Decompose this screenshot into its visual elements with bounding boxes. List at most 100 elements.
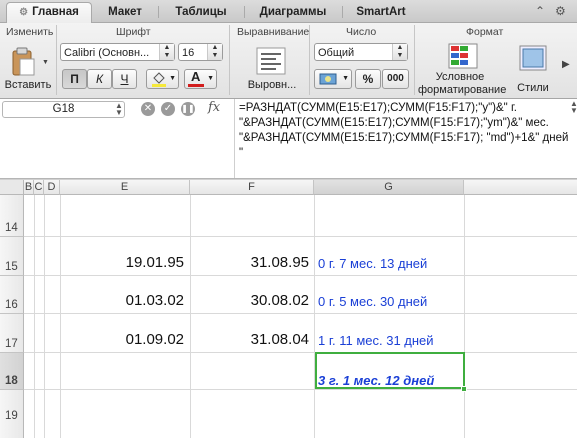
paste-label: Вставить: [4, 79, 52, 91]
font-color-swatch: [188, 84, 204, 87]
row-header-18[interactable]: 18: [0, 353, 24, 390]
clipboard-icon: [12, 47, 35, 76]
font-name-select[interactable]: Calibri (Основн... ▲ ▼: [60, 43, 175, 61]
paste-dropdown-icon[interactable]: ▼: [42, 59, 49, 66]
bold-button[interactable]: П: [62, 69, 87, 89]
cell-f15[interactable]: 31.08.95: [190, 254, 309, 271]
group-title-number: Число: [346, 26, 377, 38]
grid-line: [24, 352, 577, 353]
formula-input[interactable]: =РАЗНДАТ(СУММ(E15:E17);СУММ(F15:F17);"y"…: [239, 101, 569, 161]
cell-e16[interactable]: 01.03.02: [60, 292, 184, 309]
chevron-updown-icon: ▲ ▼: [159, 44, 174, 60]
formula-bar: G18 ▲ ▼ ✕ ✓ ❚❚ fx =РАЗНДАТ(СУММ(E15:E17);…: [0, 99, 577, 179]
thousands-separator-button[interactable]: 000: [382, 69, 409, 89]
ribbon: Изменить ▼ Вставить Шрифт Calibri (Основ…: [0, 23, 577, 99]
row-header-19[interactable]: 19: [0, 390, 24, 438]
tab-separator: [342, 6, 343, 18]
insert-function-icon[interactable]: fx: [208, 100, 220, 115]
name-box-value: G18: [52, 103, 75, 115]
ribbon-scroll-right-icon[interactable]: ▶: [562, 59, 570, 70]
tab-home-label: Главная: [32, 6, 79, 18]
styles-icon: [519, 45, 547, 71]
grid-line: [44, 195, 45, 438]
chevron-updown-icon: ▲ ▼: [207, 44, 222, 60]
underline-button[interactable]: Ч: [112, 69, 137, 89]
tab-separator: [158, 6, 159, 18]
select-all-corner[interactable]: [0, 180, 24, 195]
collapse-ribbon-icon[interactable]: ⌃: [535, 4, 545, 18]
currency-format-button[interactable]: ▼: [314, 69, 352, 89]
group-divider: [309, 25, 310, 95]
grid-line: [24, 275, 577, 276]
tab-tables[interactable]: Таблицы: [162, 3, 240, 22]
chevron-down-icon: ▼: [342, 75, 349, 82]
column-header-e[interactable]: E: [60, 180, 190, 195]
styles-button[interactable]: Стили: [510, 43, 556, 98]
group-title-edit: Изменить: [6, 26, 54, 38]
number-format-select[interactable]: Общий ▲ ▼: [314, 43, 408, 61]
home-icon: ⚙: [19, 7, 29, 18]
column-header-b[interactable]: B: [24, 180, 34, 195]
column-header-next[interactable]: [464, 180, 577, 195]
cond-format-label-1: Условное: [435, 71, 485, 83]
fill-color-button[interactable]: ▼: [146, 69, 179, 89]
tab-charts[interactable]: Диаграммы: [248, 3, 338, 22]
percent-button[interactable]: %: [355, 69, 381, 89]
row-header-17[interactable]: 17: [0, 314, 24, 353]
row-header-16[interactable]: 16: [0, 276, 24, 314]
grid-line: [464, 195, 465, 438]
grid-line: [34, 195, 35, 438]
cell-g15[interactable]: 0 г. 7 мес. 13 дней: [318, 256, 427, 271]
cond-format-label-2: форматирование: [418, 84, 507, 96]
chevron-updown-icon[interactable]: ▲ ▼: [115, 102, 123, 117]
font-size-value: 16: [182, 47, 195, 59]
selected-cell-border: [315, 352, 465, 389]
tab-home[interactable]: ⚙ Главная: [6, 2, 92, 24]
tab-smartart[interactable]: SmartArt: [346, 3, 416, 22]
chevron-down-icon: ▼: [169, 75, 176, 82]
cell-f16[interactable]: 30.08.02: [190, 292, 309, 309]
group-title-align: Выравнивание: [237, 26, 310, 38]
number-format-value: Общий: [318, 47, 355, 59]
cell-f17[interactable]: 31.08.04: [190, 331, 309, 348]
align-label: Выровн...: [247, 79, 297, 91]
tab-layout[interactable]: Макет: [96, 3, 154, 22]
font-name-value: Calibri (Основн...: [64, 47, 150, 59]
column-header-c[interactable]: C: [34, 180, 44, 195]
column-header-f[interactable]: F: [190, 180, 314, 195]
group-title-format: Формат: [466, 26, 504, 38]
ribbon-options-icon[interactable]: ⚙: [555, 4, 566, 18]
paste-button[interactable]: ▼ Вставить: [4, 43, 52, 93]
align-button[interactable]: Выровн...: [240, 45, 304, 95]
formula-expand-icon[interactable]: ▲ ▼: [570, 100, 577, 115]
grid-line: [24, 236, 577, 237]
cell-g16[interactable]: 0 г. 5 мес. 30 дней: [318, 294, 427, 309]
cell-g17[interactable]: 1 г. 11 мес. 31 дней: [318, 333, 434, 348]
grid-line: [24, 389, 577, 390]
cell-e15[interactable]: 19.01.95: [60, 254, 184, 271]
conditional-formatting-button[interactable]: Условное форматирование: [418, 43, 510, 98]
pause-icon[interactable]: ❚❚: [181, 102, 195, 116]
grid-line: [314, 195, 315, 438]
ribbon-tab-bar: ⚙ Главная Макет Таблицы Диаграммы SmartAr…: [0, 0, 577, 24]
column-header-g[interactable]: G: [314, 180, 464, 195]
group-divider: [414, 25, 415, 95]
cancel-icon[interactable]: ✕: [141, 102, 155, 116]
column-header-d[interactable]: D: [44, 180, 60, 195]
cell-e17[interactable]: 01.09.02: [60, 331, 184, 348]
row-header-14[interactable]: 14: [0, 195, 24, 237]
row-header-15[interactable]: 15: [0, 237, 24, 276]
italic-button[interactable]: К: [87, 69, 112, 89]
name-box[interactable]: G18: [2, 101, 125, 118]
confirm-icon[interactable]: ✓: [161, 102, 175, 116]
font-color-button[interactable]: A ▼: [184, 69, 217, 89]
formula-divider: [234, 99, 235, 178]
grid-line: [60, 195, 61, 438]
font-size-select[interactable]: 16 ▲ ▼: [178, 43, 223, 61]
fill-handle[interactable]: [461, 386, 467, 392]
group-divider: [56, 25, 57, 95]
tab-separator: [244, 6, 245, 18]
chevron-down-icon: ▼: [207, 75, 214, 82]
styles-label: Стили: [517, 82, 549, 94]
paint-bucket-icon: [152, 72, 166, 87]
